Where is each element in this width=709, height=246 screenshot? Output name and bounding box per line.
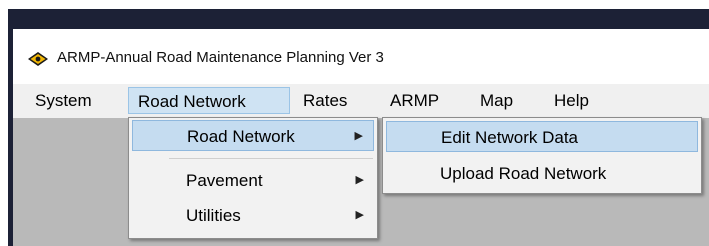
menu-separator — [169, 158, 373, 159]
menu-road-network[interactable]: Road Network — [128, 87, 290, 114]
dropdown-item-label: Utilities — [186, 206, 241, 225]
dropdown-item-label: Road Network — [187, 127, 295, 146]
armp-app-icon — [28, 52, 48, 66]
dropdown-item-pavement[interactable]: Pavement ▶ — [132, 165, 374, 196]
submenu-arrow-icon: ▶ — [354, 130, 363, 142]
road-network-submenu: Edit Network Data Upload Road Network — [382, 117, 702, 194]
submenu-item-upload-road-network[interactable]: Upload Road Network — [386, 158, 698, 189]
menu-map[interactable]: Map — [471, 87, 522, 114]
menu-bar — [13, 84, 709, 118]
road-network-dropdown: Road Network ▶ Pavement ▶ Utilities ▶ — [128, 117, 378, 239]
submenu-arrow-icon: ▶ — [355, 209, 364, 221]
menu-rates[interactable]: Rates — [294, 87, 356, 114]
window-frame-top — [8, 9, 709, 29]
submenu-arrow-icon: ▶ — [355, 174, 364, 186]
dropdown-item-utilities[interactable]: Utilities ▶ — [132, 200, 374, 231]
submenu-item-edit-network-data[interactable]: Edit Network Data — [386, 121, 698, 152]
dropdown-item-road-network[interactable]: Road Network ▶ — [132, 120, 374, 151]
menu-system[interactable]: System — [26, 87, 101, 114]
menu-armp[interactable]: ARMP — [381, 87, 448, 114]
window-title: ARMP-Annual Road Maintenance Planning Ve… — [57, 49, 384, 66]
dropdown-item-label: Pavement — [186, 171, 263, 190]
menu-help[interactable]: Help — [545, 87, 598, 114]
